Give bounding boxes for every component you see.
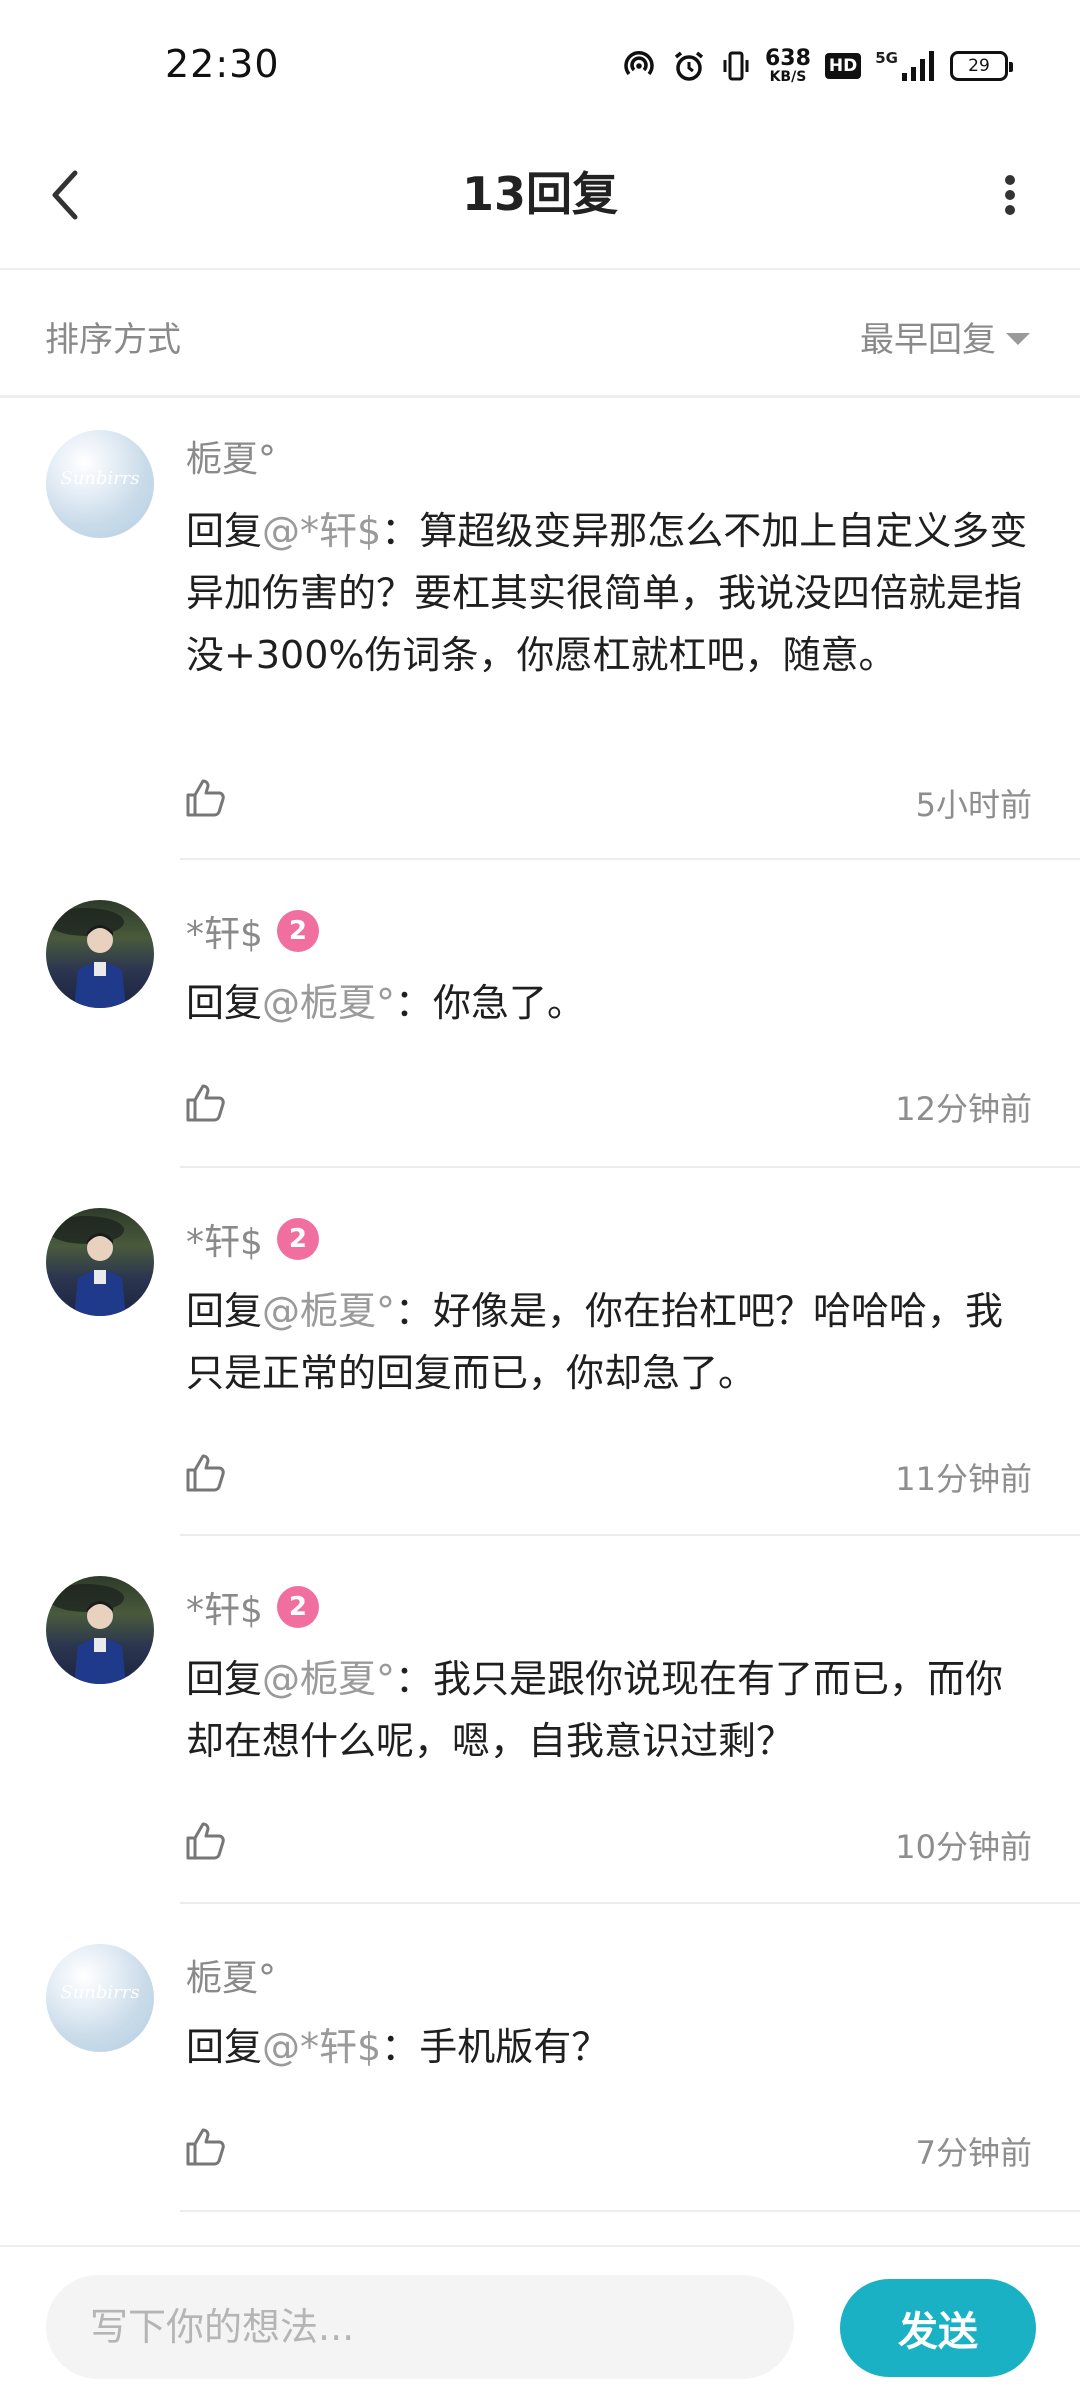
status-time: 22:30 bbox=[165, 42, 280, 86]
reply-content: 回复@*轩$：算超级变异那怎么不加上自定义多变异加伤害的？要杠其实很简单，我说没… bbox=[186, 509, 1028, 677]
like-icon[interactable] bbox=[182, 2124, 228, 2170]
reply-item[interactable]: *轩$ 2 回复@栀夏°：我只是跟你说现在有了而已，而你却在想什么呢，嗯，自我意… bbox=[0, 1536, 1080, 1904]
avatar[interactable] bbox=[46, 1576, 154, 1684]
status-icons: 638 KB/S HD 5G 29 bbox=[621, 44, 1013, 88]
reply-content: 回复@栀夏°：好像是，你在抬杠吧？哈哈哈，我只是正常的回复而已，你却急了。 bbox=[186, 1289, 1004, 1395]
battery-icon: 29 bbox=[950, 51, 1013, 81]
reply-item[interactable]: *轩$ 2 回复@栀夏°：你急了。 12分钟前 bbox=[0, 860, 1080, 1168]
vibrate-icon bbox=[721, 48, 751, 84]
level-badge: 2 bbox=[276, 910, 319, 952]
reply-time: 12分钟前 bbox=[895, 1090, 1032, 1128]
reply-time: 10分钟前 bbox=[895, 1828, 1032, 1866]
more-options-button[interactable] bbox=[980, 160, 1040, 230]
like-icon[interactable] bbox=[182, 775, 228, 821]
avatar[interactable]: Sunbirrs bbox=[46, 1944, 154, 2052]
reply-time: 5小时前 bbox=[915, 786, 1032, 824]
sort-dropdown[interactable]: 最早回复 bbox=[860, 312, 1030, 361]
reply-content: 回复@栀夏°：我只是跟你说现在有了而已，而你却在想什么呢，嗯，自我意识过剩？ bbox=[186, 1657, 1004, 1763]
divider bbox=[180, 2210, 1080, 2212]
reply-content: 回复@栀夏°：你急了。 bbox=[186, 981, 586, 1025]
reply-target[interactable]: @栀夏° bbox=[262, 981, 395, 1025]
like-icon[interactable] bbox=[182, 1080, 228, 1126]
comment-bar: 发送 bbox=[0, 2245, 1080, 2400]
reply-time: 11分钟前 bbox=[895, 1460, 1032, 1498]
sort-row: 排序方式 最早回复 bbox=[0, 272, 1080, 398]
author-name[interactable]: *轩$ bbox=[186, 1213, 263, 1265]
reply-author: *轩$ 2 bbox=[186, 1581, 319, 1633]
sort-value-label: 最早回复 bbox=[860, 320, 996, 360]
reply-author: 栀夏° bbox=[186, 430, 276, 482]
page-title: 13回复 bbox=[461, 167, 618, 221]
comment-input[interactable] bbox=[46, 2275, 794, 2379]
reply-author: *轩$ 2 bbox=[186, 1213, 319, 1265]
reply-author: 栀夏° bbox=[186, 1949, 276, 2001]
reply-target[interactable]: @*轩$ bbox=[262, 509, 381, 553]
author-name[interactable]: *轩$ bbox=[186, 905, 263, 957]
signal-5g-icon: 5G bbox=[875, 49, 936, 83]
avatar[interactable] bbox=[46, 1208, 154, 1316]
reply-target[interactable]: @*轩$ bbox=[262, 2025, 381, 2069]
author-name[interactable]: 栀夏° bbox=[186, 1949, 276, 2001]
reply-item[interactable]: Sunbirrs 栀夏° 回复@*轩$：手机版有？ 7分钟前 bbox=[0, 1904, 1080, 2212]
top-app-bar: 13回复 bbox=[0, 130, 1080, 270]
reply-item[interactable]: Sunbirrs 栀夏° 回复@*轩$：算超级变异那怎么不加上自定义多变异加伤害… bbox=[0, 400, 1080, 860]
reply-item[interactable]: *轩$ 2 回复@栀夏°：好像是，你在抬杠吧？哈哈哈，我只是正常的回复而已，你却… bbox=[0, 1168, 1080, 1536]
more-vertical-icon bbox=[1005, 175, 1015, 215]
reply-author: *轩$ 2 bbox=[186, 905, 319, 957]
reply-list: Sunbirrs 栀夏° 回复@*轩$：算超级变异那怎么不加上自定义多变异加伤害… bbox=[0, 400, 1080, 2212]
status-bar: 22:30 638 KB/S HD 5G 29 bbox=[0, 0, 1080, 130]
send-button[interactable]: 发送 bbox=[840, 2279, 1036, 2377]
avatar[interactable] bbox=[46, 900, 154, 1008]
network-speed: 638 KB/S bbox=[764, 46, 811, 85]
reply-content: 回复@*轩$：手机版有？ bbox=[186, 2025, 610, 2069]
caret-down-icon bbox=[1006, 332, 1030, 345]
reply-time: 7分钟前 bbox=[915, 2134, 1032, 2172]
level-badge: 2 bbox=[276, 1218, 319, 1260]
level-badge: 2 bbox=[276, 1586, 319, 1628]
avatar[interactable]: Sunbirrs bbox=[46, 430, 154, 538]
like-icon[interactable] bbox=[182, 1818, 228, 1864]
like-icon[interactable] bbox=[182, 1450, 228, 1496]
hd-icon: HD bbox=[824, 53, 862, 79]
reply-target[interactable]: @栀夏° bbox=[262, 1289, 395, 1333]
author-name[interactable]: 栀夏° bbox=[186, 430, 276, 482]
person-photo bbox=[48, 1216, 126, 1316]
author-name[interactable]: *轩$ bbox=[186, 1581, 263, 1633]
reply-target[interactable]: @栀夏° bbox=[262, 1657, 395, 1701]
sort-label: 排序方式 bbox=[45, 320, 181, 360]
alarm-icon bbox=[671, 48, 707, 84]
person-photo bbox=[48, 908, 126, 1008]
person-photo bbox=[48, 1584, 126, 1684]
hotspot-icon bbox=[621, 48, 657, 84]
